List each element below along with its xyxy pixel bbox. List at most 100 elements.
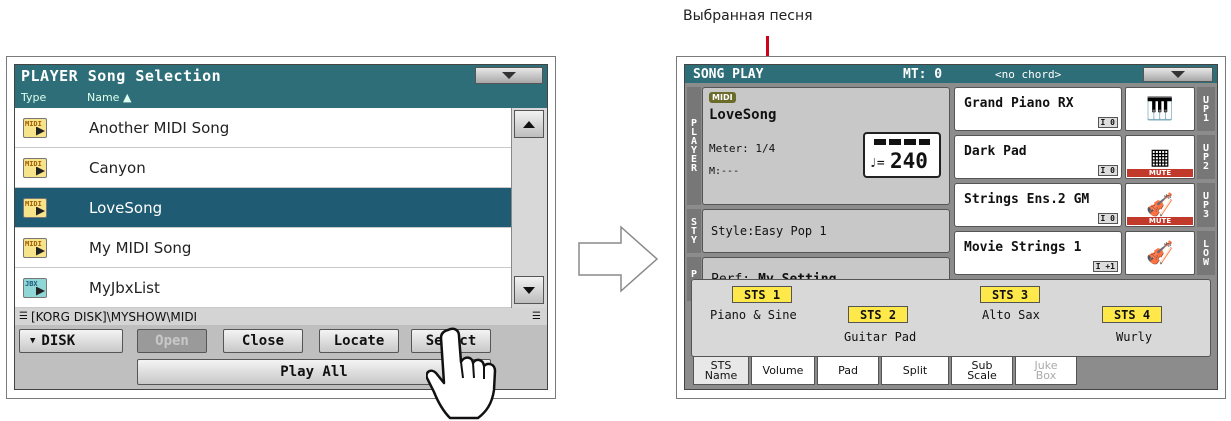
track-upper-2[interactable]: Dark Pad I 0 <box>954 135 1122 179</box>
song-selection-title-bar: PLAYER Song Selection <box>15 65 547 86</box>
locate-label: Locate <box>333 333 385 349</box>
scroll-down-button[interactable] <box>514 276 544 304</box>
track-side-label-up2: UP2 <box>1197 135 1215 179</box>
player-vertical-tab: PLAYER <box>687 87 701 205</box>
sts-4-name: Wurly <box>1116 330 1153 344</box>
locate-button[interactable]: Locate <box>319 329 399 353</box>
sts-2-name: Guitar Pad <box>844 330 917 344</box>
song-name: LoveSong <box>89 198 163 217</box>
open-button[interactable]: Open <box>137 329 207 353</box>
sts-3-button[interactable]: STS 3 <box>980 286 1040 303</box>
meter-display: Meter: 1/4 <box>709 142 776 155</box>
tab-pad[interactable]: Pad <box>817 357 879 385</box>
chord-display: <no chord> <box>995 68 1062 81</box>
song-play-title-bar: SONG PLAY MT: 0 <no chord> <box>685 65 1217 83</box>
tab-juke-box[interactable]: Juke Box <box>1015 357 1077 385</box>
tab-sub-scale[interactable]: Sub Scale <box>951 357 1013 385</box>
tab-volume[interactable]: Volume <box>751 357 815 385</box>
path-bar: ☰ [KORG DISK]\MYSHOW\MIDI ☰ <box>15 308 547 325</box>
tempo-symbol: ♩= <box>869 156 885 171</box>
track-sound-name: Movie Strings 1 <box>964 240 1082 255</box>
piano-icon: 🎹 <box>1125 87 1195 131</box>
disk-select-button[interactable]: ▼ DISK <box>19 329 123 353</box>
mute-tag: MUTE <box>1127 169 1193 177</box>
track-sound-name: Grand Piano RX <box>964 96 1074 111</box>
mute-tag: MUTE <box>1127 217 1193 225</box>
midi-file-icon: MIDI <box>23 197 47 218</box>
page-menu-button[interactable] <box>475 67 543 84</box>
list-item[interactable]: MIDI My MIDI Song <box>15 228 511 268</box>
sts-3-name: Alto Sax <box>982 308 1040 322</box>
list-item[interactable]: MIDI Canyon <box>15 148 511 188</box>
octave-indicator: I +1 <box>1092 261 1118 272</box>
track-upper-1[interactable]: Grand Piano RX I 0 <box>954 87 1122 131</box>
tempo-box[interactable]: ♩= 240 <box>863 132 941 178</box>
track-side-label-up1: UP1 <box>1197 87 1215 131</box>
page-menu-button[interactable] <box>1143 67 1213 82</box>
sts-2-button[interactable]: STS 2 <box>848 306 908 323</box>
octave-indicator: I 0 <box>1097 213 1118 224</box>
measure-display: M:--- <box>709 166 740 177</box>
menu-lines-icon: ☰ <box>19 311 28 322</box>
track-sound-name: Dark Pad <box>964 144 1027 159</box>
disk-label: DISK <box>41 333 76 349</box>
track-lower[interactable]: Movie Strings 1 I +1 <box>954 231 1122 275</box>
track-side-label-low: LOW <box>1197 231 1215 275</box>
style-box[interactable]: Style:Easy Pop 1 <box>702 209 950 253</box>
tab-sts-name[interactable]: STS Name <box>693 357 749 385</box>
close-label: Close <box>241 333 285 349</box>
midi-file-icon: MIDI <box>23 157 47 178</box>
tab-split[interactable]: Split <box>881 357 949 385</box>
style-name: Style:Easy Pop 1 <box>711 224 827 238</box>
song-name: My MIDI Song <box>89 238 192 257</box>
close-button[interactable]: Close <box>223 329 303 353</box>
current-path: [KORG DISK]\MYSHOW\MIDI <box>30 309 198 324</box>
player-song-box[interactable]: MIDI LoveSong Meter: 1/4 M:--- ♩= 240 <box>702 87 950 205</box>
track-upper-3[interactable]: Strings Ens.2 GM I 0 <box>954 183 1122 227</box>
list-scrollbar[interactable] <box>511 108 547 308</box>
list-item[interactable]: MIDI Another MIDI Song <box>15 108 511 148</box>
chevron-down-icon <box>502 72 516 79</box>
chevron-down-icon: ▼ <box>30 336 36 346</box>
arrow-up-icon <box>523 120 535 128</box>
sts-1-name: Piano & Sine <box>710 308 797 322</box>
song-name: Another MIDI Song <box>89 118 230 137</box>
column-type[interactable]: Type <box>21 91 46 104</box>
strings-section-icon: 🎻 MUTE <box>1125 183 1195 227</box>
column-name-sort[interactable]: Name ▲ <box>87 91 131 104</box>
master-transpose: MT: 0 <box>903 67 943 82</box>
song-list: MIDI Another MIDI Song MIDI Canyon MIDI … <box>15 108 511 308</box>
menu-lines-icon: ☰ <box>532 311 541 322</box>
list-item[interactable]: JBX MyJbxList <box>15 268 511 308</box>
style-vertical-tab: STY <box>687 209 701 253</box>
arrow-down-icon <box>523 286 535 294</box>
song-selection-title: PLAYER Song Selection <box>21 66 222 85</box>
selected-song-caption: Выбранная песня <box>683 8 813 24</box>
sts-1-button[interactable]: STS 1 <box>732 286 792 303</box>
open-label: Open <box>155 333 189 349</box>
sts-panel: STS 1 Piano & Sine STS 2 Guitar Pad STS … <box>691 279 1211 357</box>
octave-indicator: I 0 <box>1097 165 1118 176</box>
violin-icon: 🎻 <box>1125 231 1195 275</box>
chevron-down-icon <box>1171 71 1185 78</box>
song-play-title: SONG PLAY <box>693 67 764 82</box>
scroll-up-button[interactable] <box>514 110 544 138</box>
track-sound-name: Strings Ens.2 GM <box>964 192 1090 207</box>
octave-indicator: I 0 <box>1097 117 1118 128</box>
song-play-screen: SONG PLAY MT: 0 <no chord> PLAYER MIDI L… <box>684 64 1218 390</box>
song-name: Canyon <box>89 158 146 177</box>
synth-pad-icon: ▦ MUTE <box>1125 135 1195 179</box>
song-name: MyJbxList <box>89 278 160 297</box>
play-all-label: Play All <box>280 364 348 380</box>
midi-badge: MIDI <box>709 92 736 103</box>
jbx-file-icon: JBX <box>23 277 47 298</box>
list-item-selected[interactable]: MIDI LoveSong <box>15 188 511 228</box>
sts-4-button[interactable]: STS 4 <box>1102 306 1162 323</box>
beat-indicator <box>874 139 930 145</box>
track-side-label-up3: UP3 <box>1197 183 1215 227</box>
midi-file-icon: MIDI <box>23 237 47 258</box>
midi-file-icon: MIDI <box>23 117 47 138</box>
arrow-right-icon <box>578 225 659 293</box>
tempo-value: 240 <box>890 149 928 173</box>
player-song-name: LoveSong <box>709 107 777 123</box>
